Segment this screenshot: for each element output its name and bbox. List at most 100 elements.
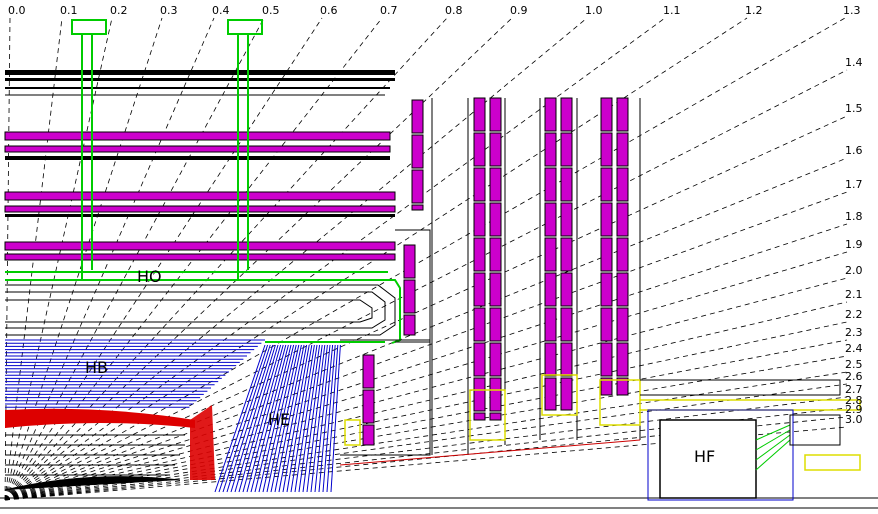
eta-label: 1.0 [585, 4, 603, 17]
muon-chamber [560, 342, 573, 377]
endcap-muon-chambers [362, 97, 629, 446]
eta-label: 2.0 [845, 264, 863, 277]
muon-chamber [473, 167, 486, 202]
region-hf-label: HF [694, 447, 715, 466]
detector-diagram: 0.0 0.1 0.2 0.3 0.4 0.5 0.6 0.7 0.8 0.9 1.0 1.1 1.2 1… [0, 4, 878, 509]
muon-chamber [560, 202, 573, 237]
muon-chamber [600, 97, 613, 132]
muon-chamber [411, 204, 424, 211]
muon-chamber [616, 272, 629, 307]
eta-label: 0.2 [110, 4, 128, 17]
eta-label: 0.8 [445, 4, 463, 17]
muon-chamber [489, 202, 502, 237]
barrel-muon-chambers [4, 131, 396, 261]
muon-chamber [560, 272, 573, 307]
eta-label: 1.6 [845, 144, 863, 157]
muon-chamber [473, 237, 486, 272]
eta-label: 0.9 [510, 4, 528, 17]
muon-chamber [600, 307, 613, 342]
muon-chamber [560, 377, 573, 411]
eta-label: 1.4 [845, 56, 863, 69]
muon-chamber [616, 202, 629, 237]
eta-label: 0.6 [320, 4, 338, 17]
eta-label: 0.4 [212, 4, 230, 17]
he-layer [318, 344, 334, 493]
eta-label: 1.5 [845, 102, 863, 115]
muon-chamber [616, 167, 629, 202]
yoke-band [5, 78, 395, 81]
muon-chamber [560, 237, 573, 272]
eta-label: 2.3 [845, 326, 863, 339]
muon-chamber [616, 307, 629, 342]
muon-chamber [544, 132, 557, 167]
muon-chamber [473, 342, 486, 377]
muon-chamber [616, 132, 629, 167]
eta-label: 2.6 [845, 370, 863, 383]
cms-detector-quadrant: 0.0 0.1 0.2 0.3 0.4 0.5 0.6 0.7 0.8 0.9 1.0 1.1 1.2 1… [0, 0, 878, 514]
eta-label: 0.0 [8, 4, 26, 17]
muon-chamber [560, 307, 573, 342]
muon-chamber [362, 354, 375, 389]
eta-label: 0.7 [380, 4, 398, 17]
muon-chamber [403, 279, 416, 314]
muon-chamber [411, 134, 424, 169]
muon-chamber [600, 237, 613, 272]
eta-label: 0.3 [160, 4, 178, 17]
he-layer [214, 344, 266, 493]
muon-chamber [473, 307, 486, 342]
muon-chamber [544, 237, 557, 272]
muon-chamber [411, 99, 424, 134]
eta-label: 0.1 [60, 4, 78, 17]
beam-line-red [339, 439, 641, 466]
eta-label: 1.2 [745, 4, 763, 17]
muon-chamber [489, 412, 502, 421]
muon-chamber [544, 307, 557, 342]
muon-chamber [616, 237, 629, 272]
muon-chamber [403, 314, 416, 336]
muon-chamber [600, 132, 613, 167]
region-hb-label: HB [85, 358, 108, 377]
muon-chamber [544, 167, 557, 202]
muon-chamber [489, 342, 502, 377]
muon-chamber [473, 132, 486, 167]
muon-chamber [489, 132, 502, 167]
muon-chamber [600, 272, 613, 307]
eta-label: 2.2 [845, 308, 863, 321]
eta-label: 3.0 [845, 413, 863, 426]
muon-chamber [544, 377, 557, 411]
ho-readout [5, 19, 401, 344]
muon-chamber [473, 412, 486, 421]
yoke-band [5, 70, 395, 75]
muon-chamber [473, 97, 486, 132]
muon-chamber [489, 272, 502, 307]
muon-chamber [544, 342, 557, 377]
hf-calorimeter [640, 379, 841, 501]
muon-chamber [473, 377, 486, 412]
detector-structure [0, 19, 878, 509]
muon-chamber [489, 307, 502, 342]
muon-chamber [489, 97, 502, 132]
eta-label: 2.1 [845, 288, 863, 301]
eta-label: 1.7 [845, 178, 863, 191]
eta-label: 1.8 [845, 210, 863, 223]
eta-label: 1.1 [663, 4, 681, 17]
eta-label: 1.3 [843, 4, 861, 17]
muon-chamber [411, 169, 424, 204]
tracker [4, 434, 185, 491]
muon-chamber [489, 377, 502, 412]
eta-label: 0.5 [262, 4, 280, 17]
muon-chamber [560, 132, 573, 167]
muon-chamber [544, 272, 557, 307]
muon-chamber [600, 202, 613, 237]
muon-chamber [560, 167, 573, 202]
muon-chamber [600, 167, 613, 202]
muon-chamber [616, 97, 629, 132]
muon-chamber [600, 342, 613, 377]
eta-label: 2.4 [845, 342, 863, 355]
muon-chamber [403, 244, 416, 279]
muon-chamber [544, 97, 557, 132]
muon-chamber [544, 202, 557, 237]
muon-chamber [362, 389, 375, 424]
region-ho-label: HO [137, 267, 162, 286]
muon-chamber [489, 167, 502, 202]
